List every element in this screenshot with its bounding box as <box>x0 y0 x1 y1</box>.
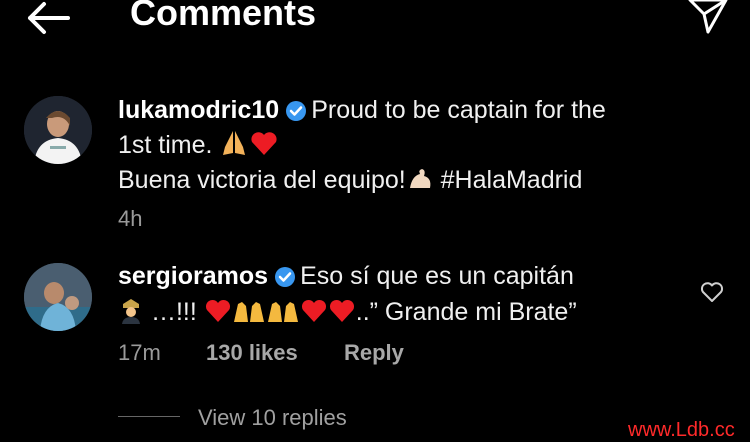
comment-timestamp: 4h <box>118 206 143 231</box>
paper-plane-icon[interactable] <box>686 0 730 36</box>
comment-text: ..” Grande mi Brate” <box>355 298 577 326</box>
comment-text-line: sergioramos Eso sí que es un capitán <box>118 258 574 294</box>
username[interactable]: lukamodric10 <box>118 96 279 124</box>
comment-text: 1st time. <box>118 131 213 159</box>
avatar[interactable] <box>24 263 92 331</box>
comment-timestamp: 17m <box>118 340 161 365</box>
red-heart-icon <box>205 299 230 322</box>
flexed-biceps-icon <box>409 169 431 188</box>
header: Comments <box>0 0 750 40</box>
like-heart-icon[interactable] <box>700 281 724 303</box>
watermark: www.Ldb.cc <box>628 419 735 441</box>
reply-button[interactable]: Reply <box>344 340 404 366</box>
replies-divider <box>118 416 180 417</box>
raising-hands-icon <box>233 302 264 322</box>
comment-text: Eso sí que es un capitán <box>300 262 574 290</box>
page-title: Comments <box>130 0 317 33</box>
praying-hands-icon <box>223 131 246 155</box>
verified-badge-icon <box>286 101 307 121</box>
hashtag-link[interactable]: #HalaMadrid <box>441 166 583 194</box>
avatar-image <box>24 96 92 164</box>
view-replies-link[interactable]: View 10 replies <box>198 405 347 431</box>
comment-text: Buena victoria del equipo! <box>118 166 406 194</box>
avatar[interactable] <box>24 96 92 164</box>
comment-text: Proud to be captain for the <box>311 96 606 124</box>
red-heart-icon <box>251 132 278 155</box>
raising-hands-icon <box>267 302 298 322</box>
arrow-left-icon[interactable] <box>24 0 74 38</box>
pilot-emoji-icon <box>122 299 140 324</box>
comment-text: …!!! <box>150 298 197 326</box>
red-heart-icon <box>329 299 354 322</box>
comment-text-line: Buena victoria del equipo! #HalaMadrid <box>118 162 582 198</box>
avatar-image <box>24 263 92 331</box>
likes-count[interactable]: 130 likes <box>206 340 298 366</box>
comment-text-line: …!!! ..” Grande mi Brate” <box>118 294 577 330</box>
verified-badge-icon <box>275 267 296 287</box>
username[interactable]: sergioramos <box>118 262 268 290</box>
red-heart-icon <box>301 299 326 322</box>
comment-text-line: 1st time. <box>118 127 279 163</box>
comment-text-line: lukamodric10 Proud to be captain for the <box>118 92 606 128</box>
